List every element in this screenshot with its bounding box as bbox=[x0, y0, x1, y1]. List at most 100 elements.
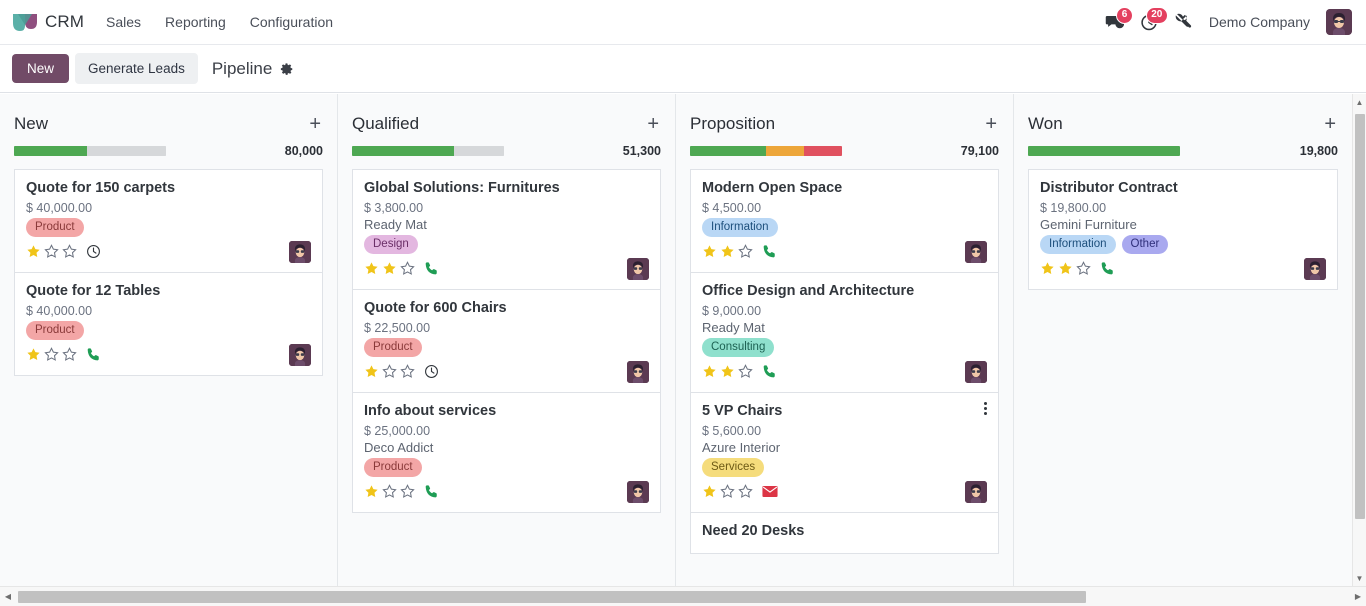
company-switcher[interactable]: Demo Company bbox=[1209, 14, 1310, 30]
star-filled-icon[interactable] bbox=[26, 244, 41, 259]
horizontal-scroll-thumb[interactable] bbox=[18, 591, 1086, 603]
priority-stars[interactable] bbox=[702, 244, 753, 259]
progress-segment[interactable] bbox=[454, 146, 504, 156]
kanban-card[interactable]: Info about services$ 25,000.00Deco Addic… bbox=[352, 393, 661, 513]
priority-stars[interactable] bbox=[26, 347, 77, 362]
star-empty-icon[interactable] bbox=[400, 364, 415, 379]
progress-segment[interactable] bbox=[690, 146, 766, 156]
star-filled-icon[interactable] bbox=[364, 364, 379, 379]
scroll-left-arrow[interactable]: ◀ bbox=[0, 587, 16, 606]
phone-icon[interactable] bbox=[424, 484, 439, 499]
star-empty-icon[interactable] bbox=[720, 484, 735, 499]
tag-badge[interactable]: Design bbox=[364, 235, 418, 254]
tag-badge[interactable]: Product bbox=[26, 218, 84, 237]
phone-icon[interactable] bbox=[1100, 261, 1115, 276]
nav-item-sales[interactable]: Sales bbox=[104, 10, 143, 34]
tag-badge[interactable]: Information bbox=[702, 218, 778, 237]
add-record-button[interactable]: + bbox=[645, 114, 661, 134]
settings-tools-icon[interactable] bbox=[1175, 13, 1193, 31]
tag-badge[interactable]: Product bbox=[364, 458, 422, 477]
add-record-button[interactable]: + bbox=[983, 114, 999, 134]
tag-badge[interactable]: Other bbox=[1122, 235, 1169, 254]
priority-stars[interactable] bbox=[26, 244, 77, 259]
star-filled-icon[interactable] bbox=[702, 244, 717, 259]
scroll-up-arrow[interactable]: ▲ bbox=[1353, 94, 1366, 110]
star-filled-icon[interactable] bbox=[720, 244, 735, 259]
kanban-card[interactable]: Modern Open Space$ 4,500.00Information bbox=[690, 169, 999, 273]
star-empty-icon[interactable] bbox=[738, 244, 753, 259]
kanban-card[interactable]: Quote for 150 carpets$ 40,000.00Product bbox=[14, 169, 323, 273]
star-filled-icon[interactable] bbox=[720, 364, 735, 379]
clock-icon[interactable] bbox=[424, 364, 439, 379]
assignee-avatar[interactable] bbox=[627, 258, 649, 280]
assignee-avatar[interactable] bbox=[1304, 258, 1326, 280]
horizontal-scrollbar[interactable]: ◀ ▶ bbox=[0, 586, 1366, 606]
add-record-button[interactable]: + bbox=[1322, 114, 1338, 134]
star-empty-icon[interactable] bbox=[738, 364, 753, 379]
star-empty-icon[interactable] bbox=[400, 261, 415, 276]
progress-bar[interactable] bbox=[690, 146, 842, 156]
star-empty-icon[interactable] bbox=[62, 347, 77, 362]
star-filled-icon[interactable] bbox=[364, 484, 379, 499]
activities-menu-button[interactable]: 20 bbox=[1140, 13, 1159, 32]
kanban-card[interactable]: Global Solutions: Furnitures$ 3,800.00Re… bbox=[352, 169, 661, 290]
kanban-card[interactable]: Distributor Contract$ 19,800.00Gemini Fu… bbox=[1028, 169, 1338, 290]
tag-badge[interactable]: Product bbox=[364, 338, 422, 357]
assignee-avatar[interactable] bbox=[627, 481, 649, 503]
phone-icon[interactable] bbox=[762, 364, 777, 379]
vertical-scroll-thumb[interactable] bbox=[1355, 114, 1365, 519]
add-record-button[interactable]: + bbox=[307, 114, 323, 134]
phone-icon[interactable] bbox=[86, 347, 101, 362]
kanban-card-menu-icon[interactable] bbox=[982, 400, 989, 417]
scroll-right-arrow[interactable]: ▶ bbox=[1350, 587, 1366, 606]
star-filled-icon[interactable] bbox=[702, 364, 717, 379]
phone-icon[interactable] bbox=[424, 261, 439, 276]
new-button[interactable]: New bbox=[12, 54, 69, 83]
kanban-card[interactable]: Quote for 12 Tables$ 40,000.00Product bbox=[14, 273, 323, 376]
priority-stars[interactable] bbox=[702, 484, 753, 499]
mail-icon[interactable] bbox=[762, 485, 778, 498]
clock-icon[interactable] bbox=[86, 244, 101, 259]
star-empty-icon[interactable] bbox=[382, 484, 397, 499]
star-empty-icon[interactable] bbox=[400, 484, 415, 499]
phone-icon[interactable] bbox=[762, 244, 777, 259]
assignee-avatar[interactable] bbox=[965, 241, 987, 263]
priority-stars[interactable] bbox=[364, 261, 415, 276]
progress-segment[interactable] bbox=[766, 146, 804, 156]
nav-item-reporting[interactable]: Reporting bbox=[163, 10, 228, 34]
progress-segment[interactable] bbox=[14, 146, 87, 156]
user-avatar[interactable] bbox=[1326, 9, 1352, 35]
kanban-card[interactable]: Quote for 600 Chairs$ 22,500.00Product bbox=[352, 290, 661, 393]
star-filled-icon[interactable] bbox=[26, 347, 41, 362]
gear-icon[interactable] bbox=[280, 62, 294, 76]
star-empty-icon[interactable] bbox=[44, 347, 59, 362]
priority-stars[interactable] bbox=[702, 364, 753, 379]
assignee-avatar[interactable] bbox=[289, 344, 311, 366]
priority-stars[interactable] bbox=[364, 364, 415, 379]
tag-badge[interactable]: Information bbox=[1040, 235, 1116, 254]
kanban-card[interactable]: Office Design and Architecture$ 9,000.00… bbox=[690, 273, 999, 393]
assignee-avatar[interactable] bbox=[965, 361, 987, 383]
star-empty-icon[interactable] bbox=[738, 484, 753, 499]
app-name[interactable]: CRM bbox=[45, 12, 84, 32]
assignee-avatar[interactable] bbox=[965, 481, 987, 503]
progress-bar[interactable] bbox=[352, 146, 504, 156]
messages-menu-button[interactable]: 6 bbox=[1105, 13, 1124, 32]
priority-stars[interactable] bbox=[364, 484, 415, 499]
progress-segment[interactable] bbox=[87, 146, 166, 156]
vertical-scrollbar[interactable]: ▲ ▼ bbox=[1352, 94, 1366, 586]
star-filled-icon[interactable] bbox=[364, 261, 379, 276]
progress-segment[interactable] bbox=[804, 146, 842, 156]
star-empty-icon[interactable] bbox=[44, 244, 59, 259]
kanban-card[interactable]: 5 VP Chairs$ 5,600.00Azure InteriorServi… bbox=[690, 393, 999, 513]
tag-badge[interactable]: Consulting bbox=[702, 338, 774, 357]
star-empty-icon[interactable] bbox=[62, 244, 77, 259]
progress-bar[interactable] bbox=[1028, 146, 1180, 156]
star-filled-icon[interactable] bbox=[382, 261, 397, 276]
assignee-avatar[interactable] bbox=[627, 361, 649, 383]
kanban-card[interactable]: Need 20 Desks bbox=[690, 513, 999, 554]
progress-segment[interactable] bbox=[352, 146, 454, 156]
star-empty-icon[interactable] bbox=[382, 364, 397, 379]
nav-item-configuration[interactable]: Configuration bbox=[248, 10, 335, 34]
star-empty-icon[interactable] bbox=[1076, 261, 1091, 276]
